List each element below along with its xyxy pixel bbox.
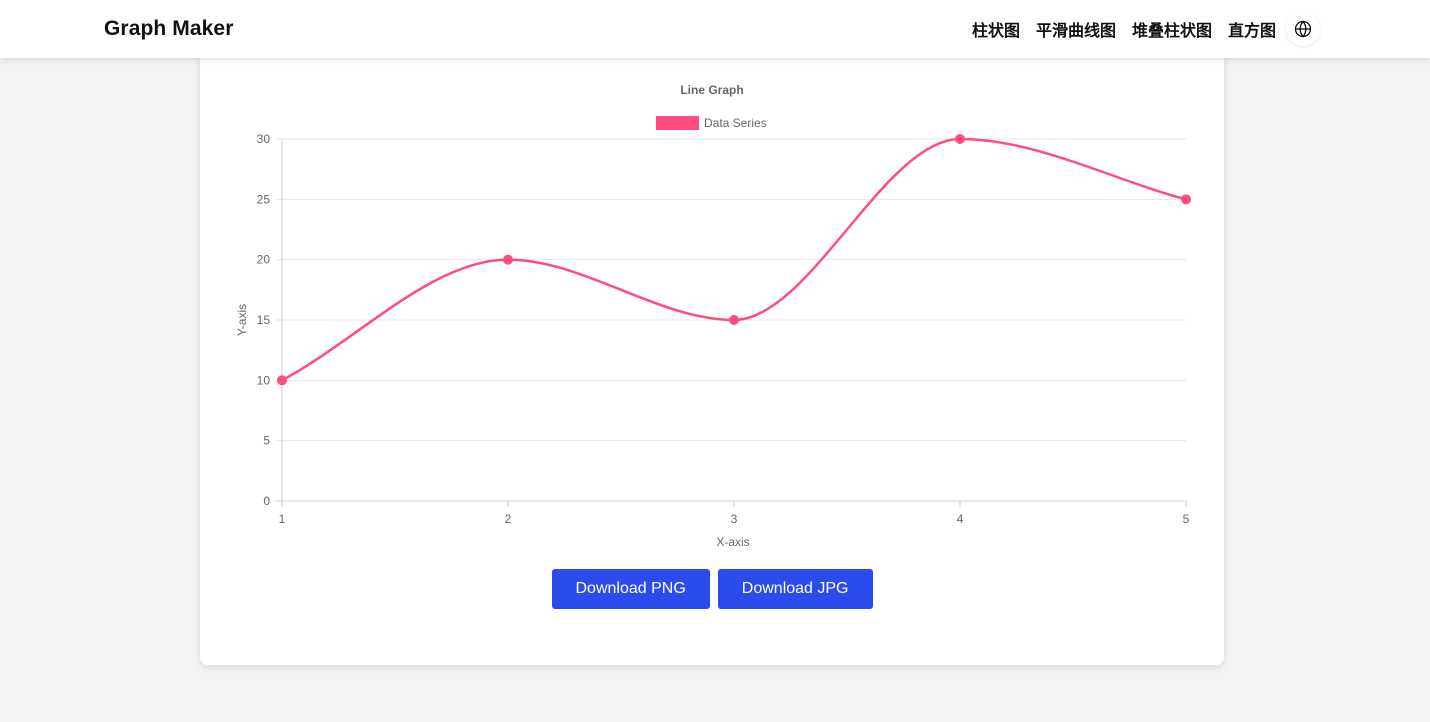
- x-tick-label: 2: [505, 512, 512, 526]
- y-tick-label: 15: [257, 313, 271, 327]
- x-tick-label: 4: [957, 512, 964, 526]
- chart-title: Line Graph: [680, 83, 743, 97]
- y-tick-label: 25: [257, 192, 271, 206]
- nav-bar-chart[interactable]: 柱状图: [972, 17, 1020, 41]
- legend-label: Data Series: [704, 116, 767, 130]
- brand-logo[interactable]: Graph Maker: [104, 17, 233, 41]
- globe-icon: [1294, 20, 1312, 38]
- y-tick-label: 10: [257, 373, 271, 387]
- data-point[interactable]: [277, 375, 287, 386]
- y-tick-label: 5: [263, 434, 270, 448]
- data-point[interactable]: [1181, 194, 1191, 205]
- data-point[interactable]: [503, 254, 513, 265]
- x-tick-label: 5: [1183, 512, 1190, 526]
- top-navbar: Graph Maker 柱状图 平滑曲线图 堆叠柱状图 直方图: [0, 0, 1430, 58]
- main-nav: 柱状图 平滑曲线图 堆叠柱状图 直方图: [956, 12, 1320, 46]
- download-png-button[interactable]: Download PNG: [551, 569, 710, 609]
- data-point[interactable]: [955, 134, 965, 144]
- chart-card: Line Graph Data Series 0 5 10 15 20 25 30 1 2 3 4…: [200, 40, 1224, 665]
- y-tick-label: 30: [257, 132, 271, 146]
- y-axis-ticks: 0 5 10 15 20 25 30: [257, 132, 271, 508]
- nav-histogram[interactable]: 直方图: [1228, 17, 1276, 41]
- data-point[interactable]: [729, 315, 739, 325]
- x-tick-label: 1: [279, 512, 286, 526]
- line-chart: Line Graph Data Series 0 5 10 15 20 25 30 1 2 3 4…: [235, 83, 1191, 549]
- y-axis-title: Y-axis: [235, 304, 249, 336]
- chart-legend[interactable]: Data Series: [656, 116, 767, 130]
- x-tick-label: 3: [731, 512, 738, 526]
- x-axis-ticks: 1 2 3 4 5: [279, 501, 1190, 526]
- download-buttons: Download PNG Download JPG: [200, 569, 1224, 609]
- legend-swatch: [656, 116, 699, 130]
- nav-stacked-bar-chart[interactable]: 堆叠柱状图: [1132, 17, 1212, 41]
- language-button[interactable]: [1286, 12, 1320, 46]
- download-jpg-button[interactable]: Download JPG: [717, 569, 873, 609]
- x-axis-title: X-axis: [716, 535, 749, 549]
- y-tick-label: 0: [263, 494, 270, 508]
- nav-smooth-line-chart[interactable]: 平滑曲线图: [1036, 17, 1116, 41]
- y-tick-label: 20: [257, 253, 271, 267]
